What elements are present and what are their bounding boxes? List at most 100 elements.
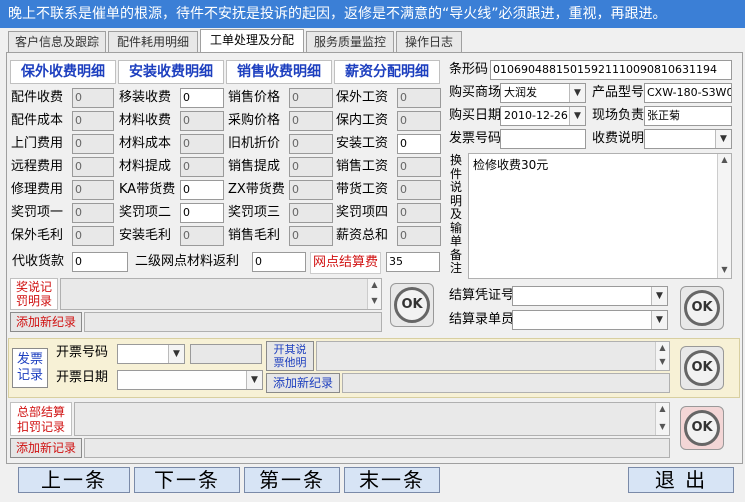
prev-record-button[interactable]: 上一条 — [18, 467, 130, 493]
invoice-date-select[interactable]: ▼ — [117, 370, 263, 390]
tab-quality[interactable]: 服务质量监控 — [306, 31, 394, 52]
invoice-note-area[interactable]: ▲ ▼ — [316, 341, 670, 371]
chevron-down-icon: ▼ — [651, 287, 667, 305]
p3-row-field[interactable]: 0 — [289, 157, 333, 177]
p3-row-label: 旧机折价 — [228, 136, 281, 151]
model-field[interactable]: CXW-180-S3W07( — [644, 83, 732, 103]
invoice-scrollbar[interactable]: ▲ ▼ — [655, 342, 669, 370]
hq-scrollbar[interactable]: ▲ ▼ — [655, 403, 669, 435]
p4-row-field[interactable]: 0 — [397, 157, 441, 177]
p3-row-label: 销售提成 — [228, 159, 281, 174]
p2-row-field[interactable]: 0 — [180, 203, 224, 223]
tab-log[interactable]: 操作日志 — [396, 31, 462, 52]
p3-row-field[interactable]: 0 — [289, 226, 333, 246]
chevron-down-icon: ▼ — [168, 345, 184, 363]
fee-note-select[interactable]: ▼ — [644, 129, 732, 149]
invoice-label-line2: 记录 — [16, 368, 43, 383]
tab-workorder[interactable]: 工单处理及分配 — [200, 29, 304, 53]
ok-label: OK — [394, 287, 430, 323]
p1-row-label: 远程费用 — [11, 159, 64, 174]
p1-row-field[interactable]: 0 — [72, 134, 114, 154]
collect-field[interactable]: 0 — [72, 252, 128, 272]
hq-add-button[interactable]: 添加新记录 — [10, 438, 82, 458]
p4-row-field[interactable]: 0 — [397, 203, 441, 223]
p3-row-field[interactable]: 0 — [289, 134, 333, 154]
fee-note-label: 收费说明 — [592, 131, 645, 146]
next-record-button[interactable]: 下一条 — [134, 467, 240, 493]
clerk-select[interactable]: ▼ — [512, 310, 668, 330]
p4-row-field[interactable]: 0 — [397, 180, 441, 200]
reward-detail-strip — [84, 312, 382, 332]
invoice-no-field[interactable] — [500, 129, 586, 149]
p4-row-field[interactable]: 0 — [397, 88, 441, 108]
first-record-button[interactable]: 第一条 — [244, 467, 340, 493]
store-select[interactable]: 大润发 ▼ — [500, 83, 586, 103]
p4-row-field[interactable]: 0 — [397, 111, 441, 131]
panel-title-warranty: 保外收费明细 — [10, 60, 116, 84]
invoice-add-button[interactable]: 添加新纪录 — [266, 373, 340, 393]
p3-row-label: 销售毛利 — [228, 228, 281, 243]
p2-row-field[interactable]: 0 — [180, 180, 224, 200]
p3-row-field[interactable]: 0 — [289, 180, 333, 200]
reward-add-button[interactable]: 添加新纪录 — [10, 312, 82, 332]
scroll-up-icon: ▲ — [371, 280, 378, 289]
p2-row-field[interactable]: 0 — [180, 157, 224, 177]
p2-row-field[interactable]: 0 — [180, 111, 224, 131]
tab-customer-info[interactable]: 客户信息及跟踪 — [8, 31, 106, 52]
reward-penalty-area[interactable]: ▲ ▼ — [60, 278, 382, 310]
invoice-other-note-button[interactable]: 开其说 票他明 — [266, 341, 314, 371]
p1-row-field[interactable]: 0 — [72, 88, 114, 108]
p4-row-field[interactable]: 0 — [397, 134, 441, 154]
settle-label: 网点结算费 — [310, 252, 382, 274]
ok-label: OK — [684, 350, 720, 386]
p2-row-field[interactable]: 0 — [180, 88, 224, 108]
p1-row-field[interactable]: 0 — [72, 157, 114, 177]
remark-label: 换件说明及输单备注 — [450, 153, 463, 275]
p2-row-field[interactable]: 0 — [180, 226, 224, 246]
p1-row-field[interactable]: 0 — [72, 226, 114, 246]
p3-row-field[interactable]: 0 — [289, 111, 333, 131]
p1-row-field[interactable]: 0 — [72, 111, 114, 131]
p2-row-label: 奖罚项二 — [119, 205, 172, 220]
p1-row-label: 配件收费 — [11, 90, 64, 105]
reward-scrollbar[interactable]: ▲ ▼ — [367, 279, 381, 309]
last-record-button[interactable]: 末一条 — [344, 467, 440, 493]
date-picker[interactable]: 2010-12-26 ▼ — [500, 106, 586, 126]
panel-title-sales: 销售收费明细 — [226, 60, 332, 84]
manager-field[interactable]: 张正菊 — [644, 106, 732, 126]
rebate-field[interactable]: 0 — [252, 252, 306, 272]
p3-row-field[interactable]: 0 — [289, 203, 333, 223]
settle-field[interactable]: 35 — [386, 252, 440, 272]
p1-row-field[interactable]: 0 — [72, 203, 114, 223]
hq-settlement-area[interactable]: ▲ ▼ — [74, 402, 670, 436]
reward-ok-button[interactable]: OK — [390, 283, 434, 327]
voucher-select[interactable]: ▼ — [512, 286, 668, 306]
p2-row-field[interactable]: 0 — [180, 134, 224, 154]
p2-row-label: 材料提成 — [119, 159, 172, 174]
p4-row-label: 带货工资 — [336, 182, 389, 197]
clerk-label: 结算录单员 — [449, 312, 515, 327]
rebate-label: 二级网点材料返利 — [135, 254, 240, 269]
remark-scrollbar[interactable]: ▲ ▼ — [717, 154, 731, 278]
invoice-ok-button[interactable]: OK — [680, 346, 724, 390]
p4-row-field[interactable]: 0 — [397, 226, 441, 246]
invoice-number-label: 开票号码 — [56, 345, 109, 360]
remark-textarea[interactable]: 检修收费30元 ▲ ▼ — [468, 153, 732, 279]
invoice-number-select[interactable]: ▼ — [117, 344, 185, 364]
p4-row-label: 安装工资 — [336, 136, 389, 151]
remark-text: 检修收费30元 — [473, 158, 549, 172]
chevron-down-icon: ▼ — [715, 130, 731, 148]
p1-row-field[interactable]: 0 — [72, 180, 114, 200]
hq-ok-button[interactable]: OK — [680, 406, 724, 450]
p3-row-field[interactable]: 0 — [289, 88, 333, 108]
barcode-field[interactable]: 010690488150159211100908106311​94 — [490, 60, 732, 80]
exit-button[interactable]: 退 出 — [628, 467, 734, 493]
scroll-down-icon: ▼ — [659, 357, 666, 366]
p3-row-label: 采购价格 — [228, 113, 281, 128]
store-value: 大润发 — [504, 86, 537, 99]
p4-row-label: 保内工资 — [336, 113, 389, 128]
invoice-label-line1: 发票 — [16, 352, 43, 367]
settle-ok-button[interactable]: OK — [680, 286, 724, 330]
hq-detail-strip — [84, 438, 670, 458]
tab-parts-usage[interactable]: 配件耗用明细 — [108, 31, 198, 52]
